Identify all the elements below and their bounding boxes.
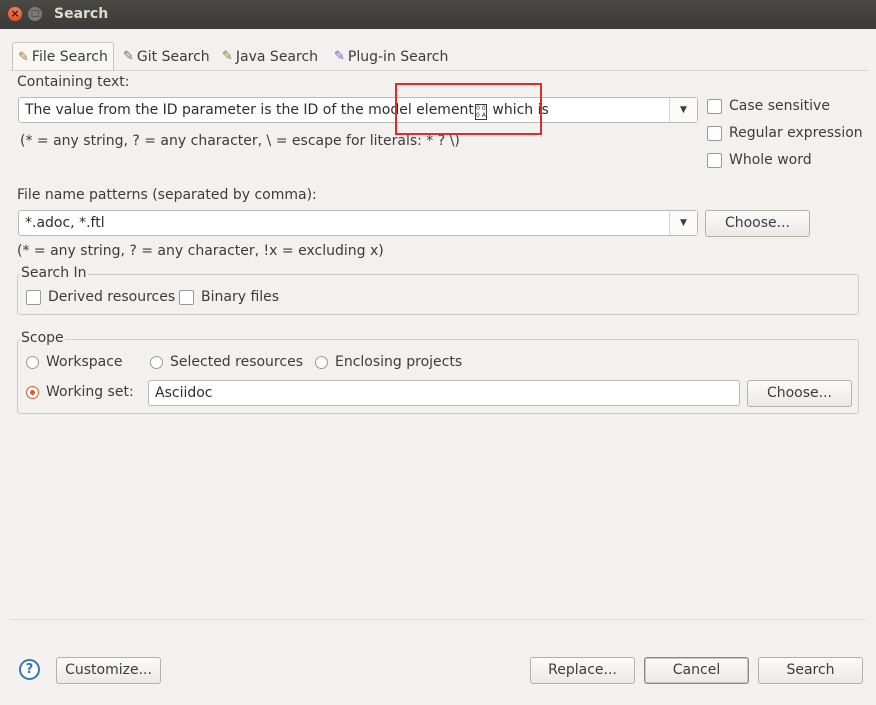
replace-button[interactable]: Replace... (530, 657, 635, 684)
working-set-value[interactable]: Asciidoc (155, 385, 213, 401)
checkbox-label: Case sensitive (729, 98, 830, 114)
checkbox-box[interactable] (179, 289, 194, 305)
checkbox-box[interactable] (707, 125, 722, 141)
highlight-annotation-box (395, 83, 542, 135)
radio-label: Working set: (46, 384, 134, 400)
chevron-down-icon[interactable]: ▼ (669, 98, 697, 122)
scope-selected-resources-radio[interactable]: Selected resources (150, 354, 303, 370)
search-in-title: Search In (20, 265, 88, 281)
binary-files-checkbox[interactable]: Binary files (179, 289, 279, 305)
tab-plugin-search[interactable]: ✎ Plug-in Search (329, 43, 453, 70)
file-search-icon: ✎ (18, 49, 29, 65)
file-patterns-label: File name patterns (separated by comma): (17, 187, 317, 203)
cancel-button[interactable]: Cancel (644, 657, 749, 684)
file-patterns-value[interactable]: *.adoc, *.ftl (25, 215, 105, 231)
tab-label: Git Search (136, 48, 210, 65)
radio-button[interactable] (150, 355, 163, 369)
containing-text-hint: (* = any string, ? = any character, \ = … (20, 133, 460, 149)
scope-workspace-radio[interactable]: Workspace (26, 354, 123, 370)
tab-file-search[interactable]: ✎ File Search (12, 42, 114, 71)
working-set-field[interactable]: Asciidoc (148, 380, 740, 406)
file-patterns-choose-button[interactable]: Choose... (705, 210, 810, 237)
file-patterns-combo[interactable]: *.adoc, *.ftl ▼ (18, 210, 698, 236)
git-search-icon: ✎ (123, 49, 134, 64)
regular-expression-checkbox[interactable]: Regular expression (707, 125, 863, 141)
title-bar: × □ Search (0, 0, 876, 29)
containing-text-label: Containing text: (17, 74, 130, 90)
checkbox-box[interactable] (707, 152, 722, 168)
tab-label: Plug-in Search (347, 48, 449, 65)
help-icon[interactable]: ? (19, 659, 40, 680)
customize-button[interactable]: Customize... (56, 657, 161, 684)
checkbox-label: Regular expression (729, 125, 863, 141)
radio-button[interactable] (315, 355, 328, 369)
tab-label: Java Search (235, 48, 319, 65)
tab-java-search[interactable]: ✎ Java Search (217, 43, 323, 70)
maximize-window-icon[interactable]: □ (28, 7, 42, 21)
case-sensitive-checkbox[interactable]: Case sensitive (707, 98, 830, 114)
search-button[interactable]: Search (758, 657, 863, 684)
java-search-icon: ✎ (222, 49, 233, 64)
chevron-down-icon[interactable]: ▼ (669, 211, 697, 235)
working-set-choose-button[interactable]: Choose... (747, 380, 852, 407)
derived-resources-checkbox[interactable]: Derived resources (26, 289, 175, 305)
radio-label: Enclosing projects (335, 354, 463, 370)
checkbox-box[interactable] (707, 98, 722, 114)
checkbox-label: Derived resources (48, 289, 176, 305)
radio-button-selected[interactable] (26, 385, 39, 399)
containing-text-combo[interactable]: The value from the ID parameter is the I… (18, 97, 698, 123)
whole-word-checkbox[interactable]: Whole word (707, 152, 812, 168)
file-patterns-hint: (* = any string, ? = any character, !x =… (17, 243, 384, 259)
checkbox-box[interactable] (26, 289, 41, 305)
tab-git-search[interactable]: ✎ Git Search (118, 43, 215, 70)
scope-enclosing-projects-radio[interactable]: Enclosing projects (315, 354, 462, 370)
scope-title: Scope (20, 330, 65, 346)
radio-button[interactable] (26, 355, 39, 369)
radio-label: Selected resources (170, 354, 303, 370)
window-title: Search (54, 6, 109, 22)
radio-label: Workspace (46, 354, 123, 370)
plugin-search-icon: ✎ (334, 49, 345, 64)
footer-separator (10, 619, 866, 620)
checkbox-label: Binary files (201, 289, 280, 305)
checkbox-label: Whole word (729, 152, 812, 168)
scope-working-set-radio[interactable]: Working set: (26, 384, 134, 400)
tab-label: File Search (31, 49, 108, 65)
close-window-icon[interactable]: × (8, 7, 22, 21)
tab-divider (10, 70, 868, 71)
